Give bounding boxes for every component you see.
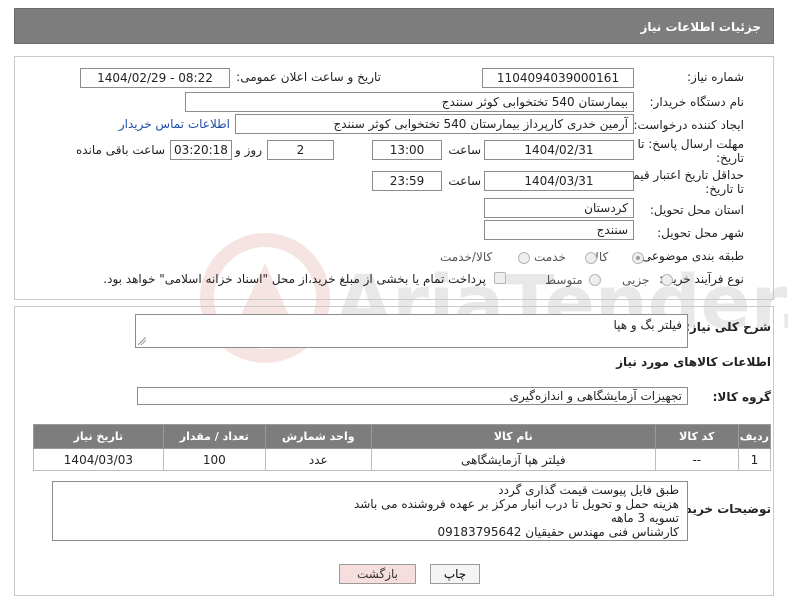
subject-radio-3[interactable] [518, 252, 530, 264]
price-validity-label-2: تا تاریخ: [705, 182, 744, 196]
goods-group-field: تجهیزات آزمایشگاهی و اندازه‌گیری [137, 387, 688, 405]
subject-class-label: طبقه بندی موضوعی: [637, 249, 744, 263]
hours-left-label: ساعت باقی مانده [75, 143, 165, 157]
page-header: جزئیات اطلاعات نیاز [14, 8, 774, 44]
goods-table-header: ردیف کد کالا نام کالا واحد شمارش تعداد /… [33, 424, 772, 449]
reply-remaining-field: 03:20:18 [170, 140, 232, 160]
goods-table: ردیف کد کالا نام کالا واحد شمارش تعداد /… [33, 424, 772, 471]
treasury-payment-checkbox[interactable] [494, 272, 506, 284]
col-date: تاریخ نیاز [33, 424, 164, 449]
reply-time-field: 13:00 [372, 140, 442, 160]
reply-deadline-label: مهلت ارسال پاسخ: تا [637, 137, 744, 151]
print-button[interactable]: چاپ [430, 564, 480, 584]
cell-need-date: 1404/03/03 [33, 448, 164, 471]
treasury-payment-note: پرداخت تمام یا بخشی از مبلغ خرید،از محل … [103, 272, 486, 286]
cell-unit: عدد [264, 448, 372, 471]
buyer-org-label: نام دستگاه خریدار: [649, 95, 745, 109]
reply-hour-label: ساعت [448, 143, 481, 157]
process-radio-label-1: جزیی [622, 273, 650, 287]
col-unit: واحد شمارش [264, 424, 372, 449]
col-row: ردیف [737, 424, 772, 449]
city-field: سنندج [484, 220, 634, 240]
delivery-city-label: شهر محل تحویل: [657, 226, 744, 240]
cell-goods-code: -- [654, 448, 739, 471]
subject-radio-2[interactable] [585, 252, 597, 264]
cell-quantity: 100 [162, 448, 266, 471]
general-desc-label: شرح کلی نیاز: [685, 320, 771, 334]
requester-field: آرمین خدری کارپرداز بیمارستان 540 تختخوا… [235, 114, 634, 134]
announce-datetime-field: 1404/02/29 - 08:22 [80, 68, 230, 88]
page-title: جزئیات اطلاعات نیاز [640, 20, 761, 34]
table-row: 1 -- فیلتر هپا آزمایشگاهی عدد 100 1404/03/03 [33, 448, 772, 471]
col-name: نام کالا [370, 424, 656, 449]
need-number-field: 1104094039000161 [482, 68, 634, 88]
price-date-field: 1404/03/31 [484, 171, 634, 191]
reply-days-field: 2 [267, 140, 334, 160]
contact-info-link[interactable]: اطلاعات تماس خریدار [119, 117, 230, 131]
col-code: کد کالا [654, 424, 739, 449]
process-radio-1[interactable] [661, 274, 673, 286]
cell-row-number: 1 [737, 448, 772, 471]
process-radio-2[interactable] [589, 274, 601, 286]
subject-radio-1[interactable] [632, 252, 644, 264]
need-number-label: شماره نیاز: [687, 70, 744, 84]
general-desc-textarea: فیلتر بگ و هپا [135, 314, 688, 348]
subject-radio-label-2: خدمت [534, 250, 566, 264]
delivery-province-label: استان محل تحویل: [649, 203, 744, 217]
announce-datetime-label: تاریخ و ساعت اعلان عمومی: [236, 70, 381, 84]
requester-label: ایجاد کننده درخواست: [633, 118, 744, 132]
general-desc-text: فیلتر بگ و هپا [613, 318, 683, 332]
goods-info-title: اطلاعات کالاهای مورد نیاز [616, 355, 771, 369]
price-time-field: 23:59 [372, 171, 442, 191]
reply-deadline-label-2: تاریخ: [716, 151, 744, 165]
reply-date-field: 1404/02/31 [484, 140, 634, 160]
process-radio-label-2: متوسط [545, 273, 583, 287]
resize-grip-icon [138, 337, 146, 345]
back-button[interactable]: بازگشت [339, 564, 416, 584]
buyer-notes-textarea: طبق فایل پیوست قیمت گذاری گردد هزینه حمل… [52, 481, 688, 541]
price-validity-label: حداقل تاریخ اعتبار قیمت: [617, 168, 744, 182]
buyer-org-field: بیمارستان 540 تختخوابی کوثر سنندج [185, 92, 634, 112]
price-hour-label: ساعت [448, 174, 481, 188]
subject-radio-label-3: کالا/خدمت [440, 250, 493, 264]
cell-goods-name: فیلتر هپا آزمایشگاهی [370, 448, 656, 471]
goods-group-label: گروه کالا: [712, 390, 771, 404]
province-field: کردستان [484, 198, 634, 218]
days-and-label: روز و [235, 143, 262, 157]
col-qty: تعداد / مقدار [162, 424, 266, 449]
